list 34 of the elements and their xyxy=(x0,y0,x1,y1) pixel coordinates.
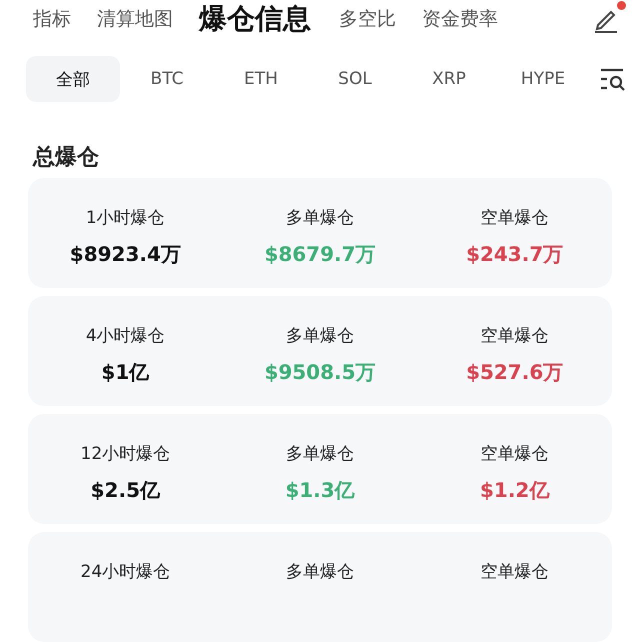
nav-tab[interactable]: 指标 xyxy=(33,6,71,32)
coin-tab[interactable]: XRP xyxy=(402,56,496,102)
section-title: 总爆仓 xyxy=(32,144,100,172)
stat-label: 多单爆仓 xyxy=(286,325,354,347)
coin-tab[interactable]: BTC xyxy=(120,56,214,102)
filter-search-icon[interactable] xyxy=(600,67,626,91)
stat-label: 空单爆仓 xyxy=(480,443,549,465)
nav-tab[interactable]: 资金费率 xyxy=(422,6,498,32)
stat-label: 多单爆仓 xyxy=(286,207,354,229)
stat-value: $8679.7万 xyxy=(264,241,376,268)
stat-label: 空单爆仓 xyxy=(480,325,549,347)
stat-label: 多单爆仓 xyxy=(286,561,354,583)
coin-tab[interactable]: SOL xyxy=(308,56,402,102)
stat-label: 4小时爆仓 xyxy=(86,325,165,347)
nav-tab[interactable]: 爆仓信息 xyxy=(199,0,311,38)
stat-label: 12小时爆仓 xyxy=(80,443,170,465)
stat-value: $527.6万 xyxy=(466,359,564,386)
stat-value: $2.5亿 xyxy=(90,477,160,504)
coin-tab[interactable]: ETH xyxy=(214,56,308,102)
stat-label: 空单爆仓 xyxy=(480,207,549,229)
stat-label: 24小时爆仓 xyxy=(80,561,170,583)
stat-label: 空单爆仓 xyxy=(480,561,549,583)
coin-tab[interactable]: 全部 xyxy=(26,56,120,102)
stat-label: 多单爆仓 xyxy=(286,443,354,465)
coin-tab[interactable]: HYPE xyxy=(496,56,590,102)
stat-value: $9508.5万 xyxy=(264,359,376,386)
nav-tab[interactable]: 清算地图 xyxy=(97,6,173,32)
stat-value: $1.3亿 xyxy=(285,477,355,504)
nav-tab[interactable]: 多空比 xyxy=(339,6,396,32)
stat-label: 1小时爆仓 xyxy=(86,207,165,229)
stat-value: $1.2亿 xyxy=(480,477,550,504)
stat-value: $1亿 xyxy=(101,359,150,386)
stat-value: $243.7万 xyxy=(466,241,564,268)
stat-value: $8923.4万 xyxy=(70,241,181,268)
